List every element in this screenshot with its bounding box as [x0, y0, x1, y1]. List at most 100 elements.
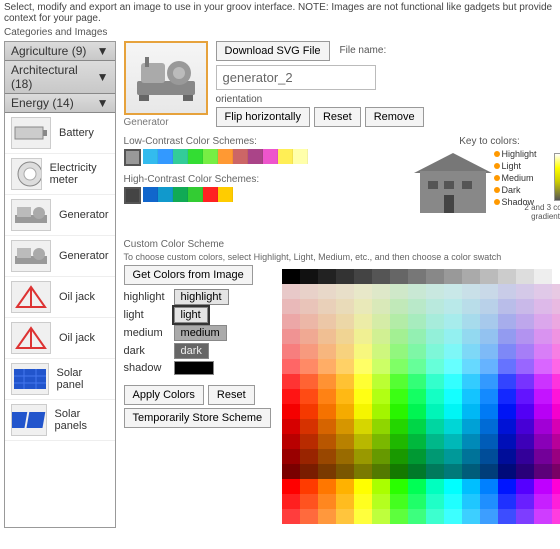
palette-swatch[interactable] [480, 509, 498, 524]
palette-swatch[interactable] [390, 284, 408, 299]
palette-swatch[interactable] [498, 509, 516, 524]
palette-swatch[interactable] [318, 389, 336, 404]
palette-swatch[interactable] [318, 434, 336, 449]
palette-swatch[interactable] [372, 404, 390, 419]
palette-swatch[interactable] [390, 509, 408, 524]
palette-swatch[interactable] [372, 329, 390, 344]
dark-select-button[interactable]: dark [174, 343, 209, 359]
palette-swatch[interactable] [390, 404, 408, 419]
list-item[interactable]: Generator [5, 236, 115, 277]
palette-swatch[interactable] [336, 269, 354, 284]
list-item[interactable]: Generator [5, 195, 115, 236]
palette-swatch[interactable] [516, 299, 534, 314]
palette-swatch[interactable] [534, 404, 552, 419]
palette-swatch[interactable] [516, 314, 534, 329]
palette-swatch[interactable] [534, 494, 552, 509]
list-item[interactable]: Oil jack [5, 277, 115, 318]
reset-button[interactable]: Reset [314, 107, 361, 127]
palette-swatch[interactable] [408, 284, 426, 299]
palette-swatch[interactable] [390, 329, 408, 344]
scheme-swatch[interactable] [278, 149, 293, 164]
palette-swatch[interactable] [444, 434, 462, 449]
apply-colors-button[interactable]: Apply Colors [124, 385, 204, 405]
palette-swatch[interactable] [426, 419, 444, 434]
palette-swatch[interactable] [336, 404, 354, 419]
palette-swatch[interactable] [336, 464, 354, 479]
download-svg-button[interactable]: Download SVG File [216, 41, 330, 61]
palette-swatch[interactable] [336, 494, 354, 509]
palette-swatch[interactable] [480, 494, 498, 509]
palette-swatch[interactable] [300, 314, 318, 329]
palette-swatch[interactable] [354, 284, 372, 299]
palette-swatch[interactable] [354, 464, 372, 479]
palette-swatch[interactable] [534, 329, 552, 344]
palette-swatch[interactable] [354, 404, 372, 419]
palette-swatch[interactable] [372, 284, 390, 299]
palette-swatch[interactable] [354, 449, 372, 464]
scheme-swatch[interactable] [124, 149, 141, 166]
palette-swatch[interactable] [390, 464, 408, 479]
palette-swatch[interactable] [354, 509, 372, 524]
filename-input[interactable] [216, 65, 376, 90]
remove-button[interactable]: Remove [365, 107, 424, 127]
palette-swatch[interactable] [372, 494, 390, 509]
palette-swatch[interactable] [282, 404, 300, 419]
palette-swatch[interactable] [408, 419, 426, 434]
light-select-button[interactable]: light [174, 307, 208, 323]
palette-swatch[interactable] [318, 494, 336, 509]
palette-swatch[interactable] [426, 479, 444, 494]
palette-swatch[interactable] [318, 404, 336, 419]
palette-swatch[interactable] [318, 344, 336, 359]
palette-swatch[interactable] [408, 374, 426, 389]
palette-swatch[interactable] [552, 329, 560, 344]
scheme-swatch[interactable] [188, 187, 203, 202]
palette-swatch[interactable] [354, 374, 372, 389]
palette-swatch[interactable] [390, 314, 408, 329]
list-item[interactable]: Battery [5, 113, 115, 154]
scheme-swatch[interactable] [293, 149, 308, 164]
palette-swatch[interactable] [390, 269, 408, 284]
palette-swatch[interactable] [516, 359, 534, 374]
palette-swatch[interactable] [408, 434, 426, 449]
palette-swatch[interactable] [318, 509, 336, 524]
palette-swatch[interactable] [480, 434, 498, 449]
palette-swatch[interactable] [282, 314, 300, 329]
palette-swatch[interactable] [282, 359, 300, 374]
palette-swatch[interactable] [426, 329, 444, 344]
list-item[interactable]: Solar panel [5, 359, 115, 400]
palette-swatch[interactable] [444, 389, 462, 404]
palette-swatch[interactable] [372, 434, 390, 449]
palette-swatch[interactable] [282, 419, 300, 434]
palette-swatch[interactable] [534, 374, 552, 389]
palette-swatch[interactable] [462, 419, 480, 434]
palette-swatch[interactable] [282, 389, 300, 404]
palette-swatch[interactable] [318, 464, 336, 479]
palette-swatch[interactable] [426, 449, 444, 464]
palette-swatch[interactable] [516, 494, 534, 509]
palette-swatch[interactable] [444, 449, 462, 464]
palette-swatch[interactable] [282, 464, 300, 479]
palette-swatch[interactable] [534, 434, 552, 449]
palette-swatch[interactable] [336, 374, 354, 389]
palette-swatch[interactable] [426, 284, 444, 299]
scheme-swatch[interactable] [248, 149, 263, 164]
reset-colors-button[interactable]: Reset [208, 385, 255, 405]
palette-swatch[interactable] [372, 359, 390, 374]
palette-swatch[interactable] [444, 299, 462, 314]
palette-swatch[interactable] [300, 449, 318, 464]
palette-swatch[interactable] [444, 494, 462, 509]
palette-swatch[interactable] [480, 464, 498, 479]
palette-swatch[interactable] [354, 314, 372, 329]
store-scheme-button[interactable]: Temporarily Store Scheme [124, 408, 272, 428]
palette-swatch[interactable] [552, 269, 560, 284]
palette-swatch[interactable] [534, 479, 552, 494]
palette-swatch[interactable] [534, 449, 552, 464]
palette-swatch[interactable] [480, 269, 498, 284]
palette-swatch[interactable] [354, 269, 372, 284]
palette-swatch[interactable] [516, 269, 534, 284]
scheme-swatch[interactable] [143, 187, 158, 202]
list-item[interactable]: Electricity meter [5, 154, 115, 195]
palette-swatch[interactable] [426, 434, 444, 449]
palette-swatch[interactable] [318, 374, 336, 389]
palette-swatch[interactable] [498, 494, 516, 509]
